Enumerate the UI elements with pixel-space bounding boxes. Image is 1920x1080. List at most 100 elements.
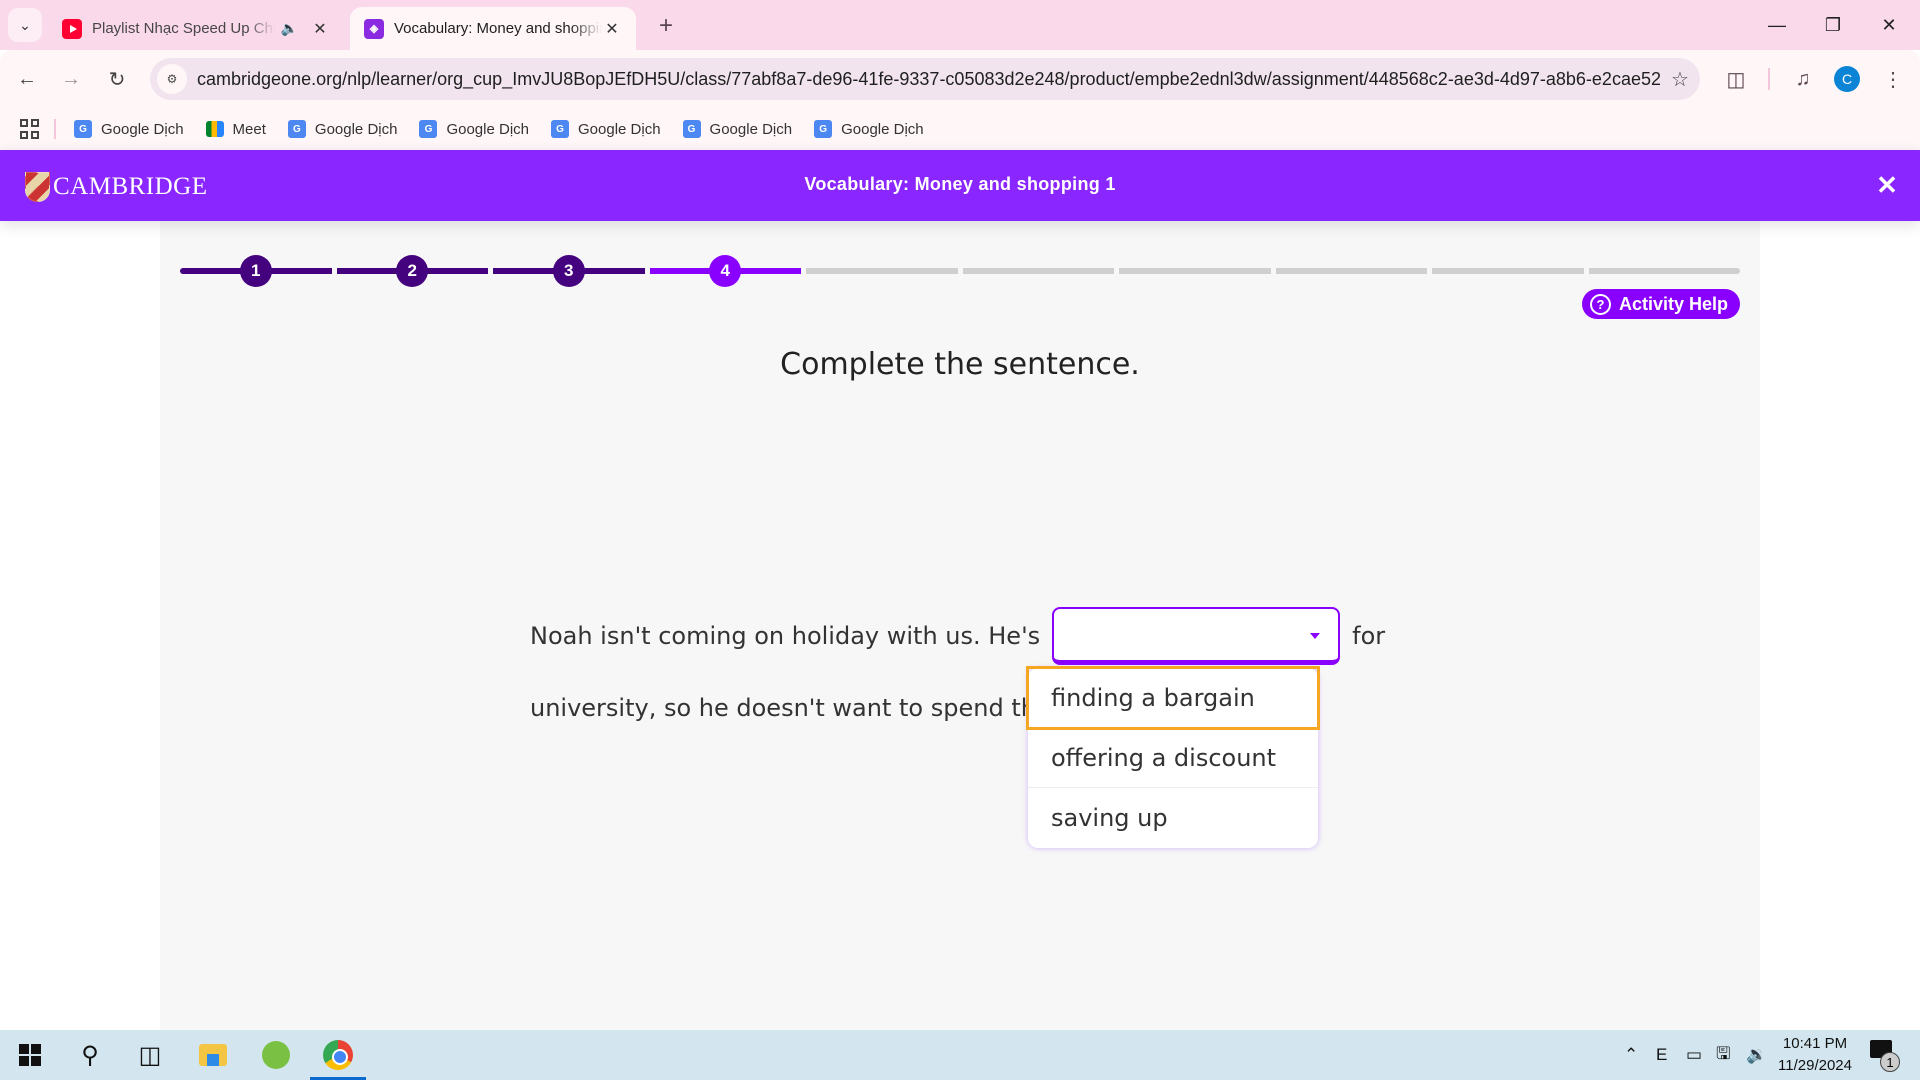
question-circle-icon: ? <box>1589 293 1611 315</box>
cambridge-one-icon: ◈ <box>364 18 384 39</box>
dropdown-option[interactable]: finding a bargain <box>1026 666 1320 730</box>
close-tab-icon[interactable]: ✕ <box>602 19 622 39</box>
media-control-icon[interactable]: ♫ <box>1788 64 1818 94</box>
minimize-button[interactable]: — <box>1754 8 1800 42</box>
google-meet-icon <box>205 121 224 137</box>
progress-step-4[interactable]: 4 <box>649 251 801 291</box>
tab-title: Playlist Nhạc Speed Up Chill <box>92 20 275 37</box>
tab-title: Vocabulary: Money and shopping 1 <box>394 20 602 37</box>
close-activity-button[interactable]: ✕ <box>1872 170 1902 200</box>
progress-step-5 <box>806 251 958 291</box>
bookmark-meet[interactable]: Meet <box>205 121 266 138</box>
back-button[interactable]: ← <box>12 64 42 94</box>
progress-step-2[interactable]: 2 <box>336 251 488 291</box>
file-explorer-button[interactable] <box>185 1030 241 1080</box>
activity-help-button[interactable]: ? Activity Help <box>1581 289 1740 319</box>
chevron-down-icon: ⌄ <box>19 16 31 33</box>
show-hidden-icons[interactable]: ⌃ <box>1624 1030 1638 1080</box>
progress-step-7 <box>1119 251 1271 291</box>
tab-strip: ⌄ Playlist Nhạc Speed Up Chill 🔈 ✕ ◈ Voc… <box>0 0 1920 50</box>
bookmark-google-dich[interactable]: G Google Dịch <box>551 120 661 138</box>
reload-button[interactable]: ↻ <box>102 64 132 94</box>
notification-center-button[interactable]: 1 <box>1870 1040 1900 1072</box>
progress-segment-bar <box>1588 268 1740 274</box>
tab-vocabulary[interactable]: ◈ Vocabulary: Money and shopping 1 ✕ <box>350 7 636 50</box>
chrome-icon <box>323 1040 353 1070</box>
url-text[interactable]: cambridgeone.org/nlp/learner/org_cup_Imv… <box>197 69 1660 90</box>
forward-button[interactable]: → <box>56 64 86 94</box>
answer-dropdown[interactable] <box>1052 607 1341 665</box>
profile-avatar[interactable]: C <box>1834 66 1860 92</box>
tab-search-button[interactable]: ⌄ <box>8 8 42 42</box>
search-icon: ⚲ <box>81 1041 99 1069</box>
progress-step-1[interactable]: 1 <box>180 251 332 291</box>
bookmark-google-dich[interactable]: G Google Dịch <box>74 120 184 138</box>
dropdown-option[interactable]: saving up <box>1028 788 1318 848</box>
bookmark-google-dich[interactable]: G Google Dịch <box>287 120 397 138</box>
dropdown-options-list: finding a bargain offering a discount sa… <box>1026 666 1320 848</box>
folder-icon <box>199 1044 227 1066</box>
progress-segment-bar <box>1275 268 1427 274</box>
dropdown-option[interactable]: offering a discount <box>1028 728 1318 788</box>
bookmark-google-dich[interactable]: G Google Dịch <box>682 120 792 138</box>
more-menu-icon[interactable]: ⋮ <box>1878 64 1908 94</box>
browser-toolbar: ← → ↻ ⚙ cambridgeone.org/nlp/learner/org… <box>0 50 1920 108</box>
battery-indicator[interactable]: ▭ <box>1686 1030 1702 1080</box>
system-clock[interactable]: 10:41 PM 11/29/2024 <box>1770 1033 1860 1077</box>
activity-title: Vocabulary: Money and shopping 1 <box>804 174 1116 194</box>
clock-date: 11/29/2024 <box>1778 1057 1852 1074</box>
close-window-button[interactable]: ✕ <box>1866 8 1912 42</box>
progress-step-9 <box>1432 251 1584 291</box>
network-icon: 🖫 <box>1716 1043 1731 1063</box>
task-view-button[interactable]: ◫ <box>122 1030 178 1080</box>
progress-segment-bar <box>806 268 958 274</box>
bookmark-google-dich[interactable]: G Google Dịch <box>419 120 529 138</box>
restore-button[interactable]: ❐ <box>1810 8 1856 42</box>
tab-youtube-playlist[interactable]: Playlist Nhạc Speed Up Chill 🔈 ✕ <box>48 7 344 50</box>
input-method-indicator[interactable]: Ε <box>1656 1030 1667 1080</box>
google-translate-icon: G <box>419 120 438 138</box>
google-translate-icon: G <box>287 120 306 138</box>
new-tab-button[interactable]: + <box>652 12 680 40</box>
sentence-text: Noah isn't coming on holiday with us. He… <box>530 622 1041 650</box>
activity-panel: 1 2 3 4 ? Activity Help Complete the senten… <box>160 221 1760 1030</box>
google-translate-icon: G <box>682 120 701 138</box>
keyboard-e-icon: Ε <box>1656 1045 1668 1064</box>
instruction-heading: Complete the sentence. <box>780 347 1140 382</box>
progress-stepper: 1 2 3 4 <box>180 251 1740 291</box>
start-button[interactable] <box>2 1030 58 1080</box>
google-translate-icon: G <box>814 120 833 138</box>
coccoc-icon <box>262 1041 290 1069</box>
network-indicator[interactable]: 🖫 <box>1716 1030 1730 1080</box>
extensions-icon[interactable]: ◫ <box>1721 64 1751 94</box>
apps-grid-icon[interactable] <box>20 119 40 139</box>
chevron-up-icon: ⌃ <box>1624 1045 1639 1064</box>
search-button[interactable]: ⚲ <box>62 1030 118 1080</box>
sentence-text: for <box>1352 622 1386 650</box>
site-info-icon[interactable]: ⚙ <box>157 64 187 94</box>
progress-segment-bar <box>1432 268 1584 274</box>
chrome-taskbar-button[interactable] <box>310 1030 366 1080</box>
bookmark-google-dich[interactable]: G Google Dịch <box>814 120 924 138</box>
bookmarks-divider <box>54 119 56 139</box>
close-icon: ✕ <box>1876 169 1898 200</box>
progress-step-3[interactable]: 3 <box>493 251 645 291</box>
progress-step-number: 4 <box>709 255 742 287</box>
close-tab-icon[interactable]: ✕ <box>310 19 330 39</box>
address-bar[interactable]: ⚙ cambridgeone.org/nlp/learner/org_cup_I… <box>150 58 1700 100</box>
bookmark-star-icon[interactable]: ☆ <box>1660 67 1700 92</box>
progress-step-number: 3 <box>552 255 585 287</box>
sentence-text: university, so he doesn't want to spend … <box>530 694 1051 722</box>
caret-down-icon <box>1310 633 1321 639</box>
speaker-icon[interactable]: 🔈 <box>281 20 298 37</box>
google-translate-icon: G <box>74 120 92 138</box>
coccoc-browser-button[interactable] <box>248 1030 304 1080</box>
activity-header: CAMBRIDGE Vocabulary: Money and shopping… <box>0 150 1920 221</box>
progress-segment-bar <box>1119 268 1271 274</box>
progress-step-10 <box>1588 251 1740 291</box>
clock-time: 10:41 PM <box>1782 1035 1848 1052</box>
progress-step-number: 1 <box>239 255 272 287</box>
progress-segment-bar <box>962 268 1114 274</box>
volume-indicator[interactable]: 🔉 <box>1746 1030 1767 1080</box>
windows-logo-icon <box>19 1044 41 1066</box>
